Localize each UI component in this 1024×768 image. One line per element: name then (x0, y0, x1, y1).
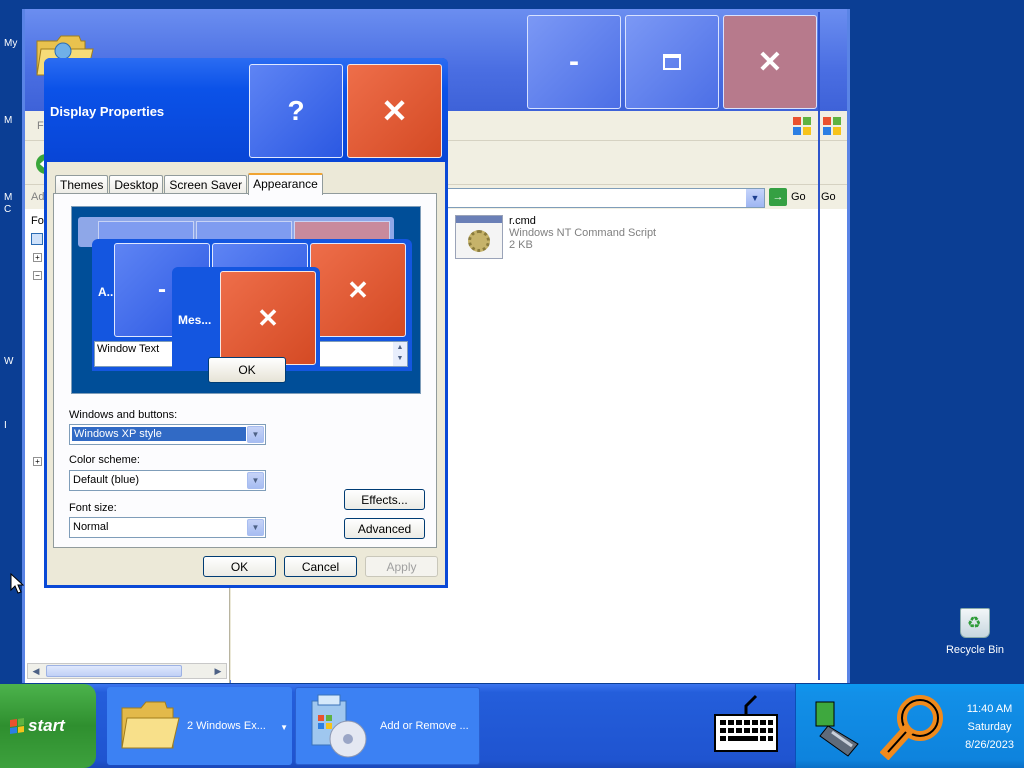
folders-header-clip: Fo (31, 215, 44, 227)
advanced-button[interactable]: Advanced (344, 518, 425, 539)
chevron-down-icon[interactable]: ▼ (247, 426, 264, 443)
tree-expand-icon[interactable]: + (33, 457, 42, 466)
horizontal-scrollbar[interactable]: ◀ ▶ (27, 663, 227, 679)
window-border (818, 12, 820, 680)
taskbar-item-label: 2 Windows Ex... (187, 720, 266, 732)
tab-strip: Themes Desktop Screen Saver Appearance (55, 172, 324, 195)
clock-date: 8/26/2023 (965, 739, 1014, 751)
scroll-left-icon[interactable]: ◀ (28, 664, 44, 678)
clock-time: 11:40 AM (966, 703, 1013, 715)
windows-logo-icon (10, 718, 24, 734)
preview-message-title: Mes... (178, 313, 212, 327)
command-script-icon (455, 215, 503, 259)
preview-window-text: Window Text (97, 343, 160, 355)
cancel-button[interactable]: Cancel (284, 556, 357, 577)
effects-button[interactable]: Effects... (344, 489, 425, 510)
appearance-preview: A... - ✕ Window Text ▲ ▼ Mes... ✕ OK (71, 206, 421, 394)
start-button[interactable]: start (0, 684, 96, 768)
ok-button[interactable]: OK (203, 556, 276, 577)
taskbar: start 2 Windows Ex... ▼ Add or Remove ..… (0, 684, 1024, 768)
add-remove-programs-icon (311, 694, 367, 758)
scrollbar-thumb[interactable] (46, 665, 182, 677)
windows-buttons-select[interactable]: Windows XP style ▼ (69, 424, 266, 445)
taskbar-item-add-remove[interactable]: Add or Remove ... (295, 687, 480, 765)
tab-themes[interactable]: Themes (55, 175, 109, 194)
folder-icon (121, 701, 180, 749)
address-input[interactable]: ▼ (445, 188, 765, 208)
recycle-bin[interactable]: Recycle Bin (940, 608, 1010, 656)
help-icon: ? (287, 95, 305, 126)
search-icon[interactable] (880, 692, 946, 760)
windows-logo-icon (793, 117, 811, 135)
start-label: start (28, 716, 65, 735)
go-arrow-icon: → (769, 188, 787, 206)
preview-ok-button: OK (208, 357, 286, 383)
font-size-label: Font size: (69, 502, 117, 514)
color-scheme-label: Color scheme: (69, 454, 140, 466)
scroll-up-icon: ▲ (396, 344, 404, 351)
desktop-icon-label[interactable]: W (4, 356, 13, 367)
file-size: 2 KB (509, 239, 533, 251)
desktop-icon-label[interactable]: I (4, 420, 7, 431)
go-button[interactable]: → Go (769, 188, 806, 206)
dialog-title: Display Properties (50, 104, 165, 119)
display-properties-dialog: Display Properties ? ✕ Themes Desktop Sc… (44, 58, 448, 588)
mouse-cursor-icon (10, 573, 24, 594)
preview-close-button: ✕ (310, 243, 406, 337)
desktop-icon-label[interactable]: M (4, 115, 12, 126)
desktop-tree-icon[interactable] (31, 233, 43, 245)
chevron-down-icon: ▼ (280, 723, 288, 732)
tree-collapse-icon[interactable]: − (33, 271, 42, 280)
desktop-icon-label[interactable]: C (4, 204, 11, 215)
color-scheme-select[interactable]: Default (blue) ▼ (69, 470, 266, 491)
preview-scrollbar: ▲ ▼ (393, 342, 407, 366)
maximize-icon (663, 54, 681, 70)
windows-buttons-label: Windows and buttons: (69, 409, 178, 421)
tab-desktop[interactable]: Desktop (109, 175, 164, 194)
file-item[interactable]: r.cmd Windows NT Command Script 2 KB (455, 215, 656, 259)
keyboard-icon[interactable] (712, 694, 780, 756)
dialog-titlebar[interactable]: Display Properties ? ✕ (44, 58, 448, 162)
windows-logo-icon (823, 117, 841, 135)
taskbar-item-explorer[interactable]: 2 Windows Ex... ▼ (107, 687, 292, 765)
address-label-clip: Ad (31, 191, 45, 203)
chevron-down-icon[interactable]: ▼ (247, 519, 264, 536)
close-button[interactable]: ✕ (723, 15, 817, 109)
tab-screen-saver[interactable]: Screen Saver (164, 175, 248, 194)
desktop-icon-label[interactable]: M (4, 192, 12, 203)
preview-close-button: ✕ (220, 271, 316, 365)
file-type: Windows NT Command Script (509, 227, 657, 239)
close-button[interactable]: ✕ (347, 64, 442, 158)
minimize-button[interactable]: - (527, 15, 621, 109)
apply-button[interactable]: Apply (365, 556, 438, 577)
taskbar-item-label: Add or Remove ... (380, 720, 469, 732)
recycle-bin-label: Recycle Bin (945, 644, 1005, 656)
help-button[interactable]: ? (249, 64, 343, 158)
chevron-down-icon[interactable]: ▼ (247, 472, 264, 489)
appearance-panel: A... - ✕ Window Text ▲ ▼ Mes... ✕ OK Win… (53, 193, 437, 548)
clock-day: Saturday (967, 721, 1012, 733)
network-icon[interactable] (808, 692, 870, 760)
preview-message-box: Mes... ✕ (172, 267, 320, 371)
font-size-select[interactable]: Normal ▼ (69, 517, 266, 538)
dialog-body: Themes Desktop Screen Saver Appearance A… (47, 162, 445, 585)
system-tray: 11:40 AM Saturday 8/26/2023 (795, 684, 1024, 768)
clock[interactable]: 11:40 AM Saturday 8/26/2023 (965, 700, 1014, 754)
chevron-down-icon[interactable]: ▼ (746, 189, 764, 207)
close-icon: ✕ (381, 93, 408, 129)
file-name: r.cmd (509, 215, 536, 227)
scroll-right-icon[interactable]: ▶ (210, 664, 226, 678)
scroll-down-icon: ▼ (396, 355, 404, 362)
go-label-clip: Go (821, 191, 836, 203)
desktop-icon-label[interactable]: My (4, 38, 17, 49)
tab-appearance[interactable]: Appearance (248, 173, 323, 195)
recycle-bin-icon (960, 608, 990, 638)
tree-expand-icon[interactable]: + (33, 253, 42, 262)
maximize-button[interactable] (625, 15, 719, 109)
